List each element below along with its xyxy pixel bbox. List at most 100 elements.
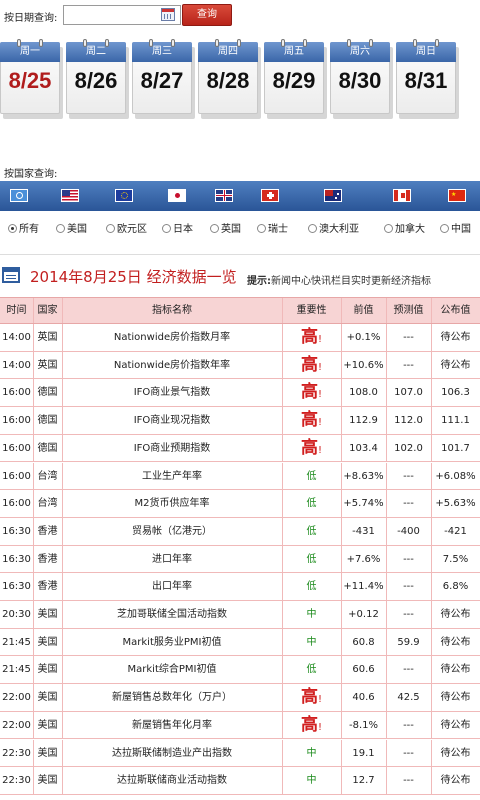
cell-forecast: --- <box>403 747 414 759</box>
ca-flag-icon[interactable] <box>393 189 411 202</box>
column-header: 前值 <box>353 305 374 316</box>
importance-level: 高 <box>300 327 318 347</box>
cell-previous: 108.0 <box>349 387 378 399</box>
column-divider <box>282 711 283 740</box>
table-row[interactable]: 22:00 美国 新屋销售总数年化（万户） 高! 40.6 42.5 待公布 <box>0 684 480 712</box>
cell-importance: 高! <box>282 435 341 463</box>
cell-importance: 中 <box>282 629 341 657</box>
cell-importance: 高! <box>282 684 341 712</box>
date-label: 8/27 <box>140 68 184 93</box>
column-divider <box>341 684 342 712</box>
column-divider <box>341 298 342 323</box>
table-row[interactable]: 21:45 美国 Markit综合PMI初值 低 60.6 --- 待公布 <box>0 656 480 685</box>
country-radio[interactable]: 英国 <box>210 222 241 238</box>
column-divider <box>386 767 387 795</box>
date-search-label: 按日期查询: <box>4 13 58 24</box>
table-row[interactable]: 14:00 英国 Nationwide房价指数年率 高! +10.6% --- 待公布 <box>0 351 480 380</box>
day-card[interactable]: 周四 8/28 <box>198 39 261 119</box>
us-flag-icon[interactable] <box>61 189 79 202</box>
importance-level: 高 <box>300 714 318 735</box>
table-row[interactable]: 16:00 台湾 工业生产年率 低 +8.63% --- +6.08% <box>0 462 480 491</box>
importance-level: 低 <box>306 498 317 510</box>
column-divider <box>62 684 63 712</box>
country-radio[interactable]: 美国 <box>56 222 87 238</box>
day-card[interactable]: 周日 8/31 <box>396 39 459 119</box>
cell-time: 22:30 <box>2 775 31 787</box>
cell-time: 16:00 <box>2 470 31 482</box>
cell-previous: +0.12 <box>348 609 379 620</box>
column-divider <box>431 711 432 740</box>
cell-country: 美国 <box>37 775 58 787</box>
weekday-label: 周四 <box>198 42 258 62</box>
column-divider <box>386 545 387 574</box>
country-radio[interactable]: 澳大利亚 <box>308 222 359 238</box>
table-row[interactable]: 16:30 香港 出口年率 低 +11.4% --- 6.8% <box>0 573 480 601</box>
table-row[interactable]: 16:00 德国 IFO商业预期指数 高! 103.4 102.0 101.7 <box>0 434 480 463</box>
cell-country: 美国 <box>37 719 58 731</box>
table-row[interactable]: 14:00 英国 Nationwide房价指数月率 高! +0.1% --- 待公布 <box>0 324 480 352</box>
au-flag-icon[interactable] <box>324 189 342 202</box>
column-divider <box>282 573 283 601</box>
cn-flag-icon[interactable]: ★ <box>448 189 466 202</box>
country-radio-label: 中国 <box>451 224 471 235</box>
column-divider <box>33 298 34 323</box>
country-radio[interactable]: 所有 <box>8 222 39 238</box>
table-row[interactable]: 22:30 美国 达拉斯联储商业活动指数 中 12.7 --- 待公布 <box>0 767 480 795</box>
column-divider <box>431 351 432 380</box>
table-row[interactable]: 16:00 台湾 M2货币供应年率 低 +5.74% --- +5.63% <box>0 490 480 518</box>
calendar-icon[interactable] <box>161 8 175 21</box>
table-row[interactable]: 21:45 美国 Markit服务业PMI初值 中 60.8 59.9 待公布 <box>0 628 480 657</box>
cell-forecast: 42.5 <box>397 692 420 704</box>
day-card[interactable]: 周三 8/27 <box>132 39 195 119</box>
cell-previous: 19.1 <box>352 747 375 759</box>
cell-forecast: --- <box>403 553 414 565</box>
day-card[interactable]: 周二 8/26 <box>66 39 129 119</box>
date-label: 8/31 <box>404 68 448 93</box>
column-divider <box>62 711 63 740</box>
table-row[interactable]: 22:30 美国 达拉斯联储制造业产出指数 中 19.1 --- 待公布 <box>0 739 480 768</box>
cell-indicator: 达拉斯联储商业活动指数 <box>117 775 227 787</box>
jp-flag-icon[interactable] <box>168 189 186 202</box>
cell-importance: 中 <box>282 601 341 629</box>
country-radio[interactable]: 瑞士 <box>257 222 288 238</box>
cell-forecast: --- <box>403 359 414 371</box>
table-row[interactable]: 16:00 德国 IFO商业景气指数 高! 108.0 107.0 106.3 <box>0 379 480 408</box>
table-row[interactable]: 22:00 美国 新屋销售年化月率 高! -8.1% --- 待公布 <box>0 711 480 740</box>
hint-body: 新闻中心快讯栏目实时更新经济指标 <box>271 276 431 287</box>
table-row[interactable]: 16:00 德国 IFO商业现况指数 高! 112.9 112.0 111.1 <box>0 407 480 435</box>
binder-ring-icon <box>413 39 417 47</box>
binder-ring-icon <box>237 39 241 47</box>
column-header: 重要性 <box>296 305 327 316</box>
table-row[interactable]: 16:30 香港 贸易帐（亿港元） 低 -431 -400 -421 <box>0 517 480 546</box>
country-radio[interactable]: 中国 <box>440 222 471 238</box>
search-button[interactable]: 查询 <box>182 4 232 26</box>
column-divider <box>341 767 342 795</box>
cell-importance: 低 <box>282 656 341 684</box>
country-radio[interactable]: 欧元区 <box>106 222 147 238</box>
day-card[interactable]: 周五 8/29 <box>264 39 327 119</box>
column-divider <box>33 545 34 574</box>
column-divider <box>62 324 63 352</box>
date-label: 8/29 <box>272 68 316 93</box>
country-radio[interactable]: 加拿大 <box>384 222 425 238</box>
binder-ring-icon <box>149 39 153 47</box>
uk-flag-icon[interactable] <box>215 189 233 202</box>
cell-importance: 中 <box>282 740 341 768</box>
day-card[interactable]: 周一 8/25 <box>0 39 63 119</box>
cell-actual: -421 <box>444 525 467 537</box>
ch-flag-icon[interactable] <box>261 189 279 202</box>
country-radio[interactable]: 日本 <box>162 222 193 238</box>
table-row[interactable]: 20:30 美国 芝加哥联储全国活动指数 中 +0.12 --- 待公布 <box>0 601 480 629</box>
column-divider <box>431 656 432 685</box>
day-card[interactable]: 周六 8/30 <box>330 39 393 119</box>
un-flag-icon[interactable] <box>10 189 28 202</box>
table-row[interactable]: 16:30 香港 进口年率 低 +7.6% --- 7.5% <box>0 545 480 574</box>
eu-flag-icon[interactable] <box>115 189 133 202</box>
date-search-bar: 按日期查询: 查询 <box>0 0 480 32</box>
cell-country: 美国 <box>37 636 58 648</box>
column-divider <box>33 739 34 768</box>
cell-previous: +0.1% <box>346 332 381 343</box>
country-flag-bar: ★ <box>0 181 480 211</box>
cell-country: 美国 <box>37 609 58 620</box>
column-divider <box>431 517 432 546</box>
